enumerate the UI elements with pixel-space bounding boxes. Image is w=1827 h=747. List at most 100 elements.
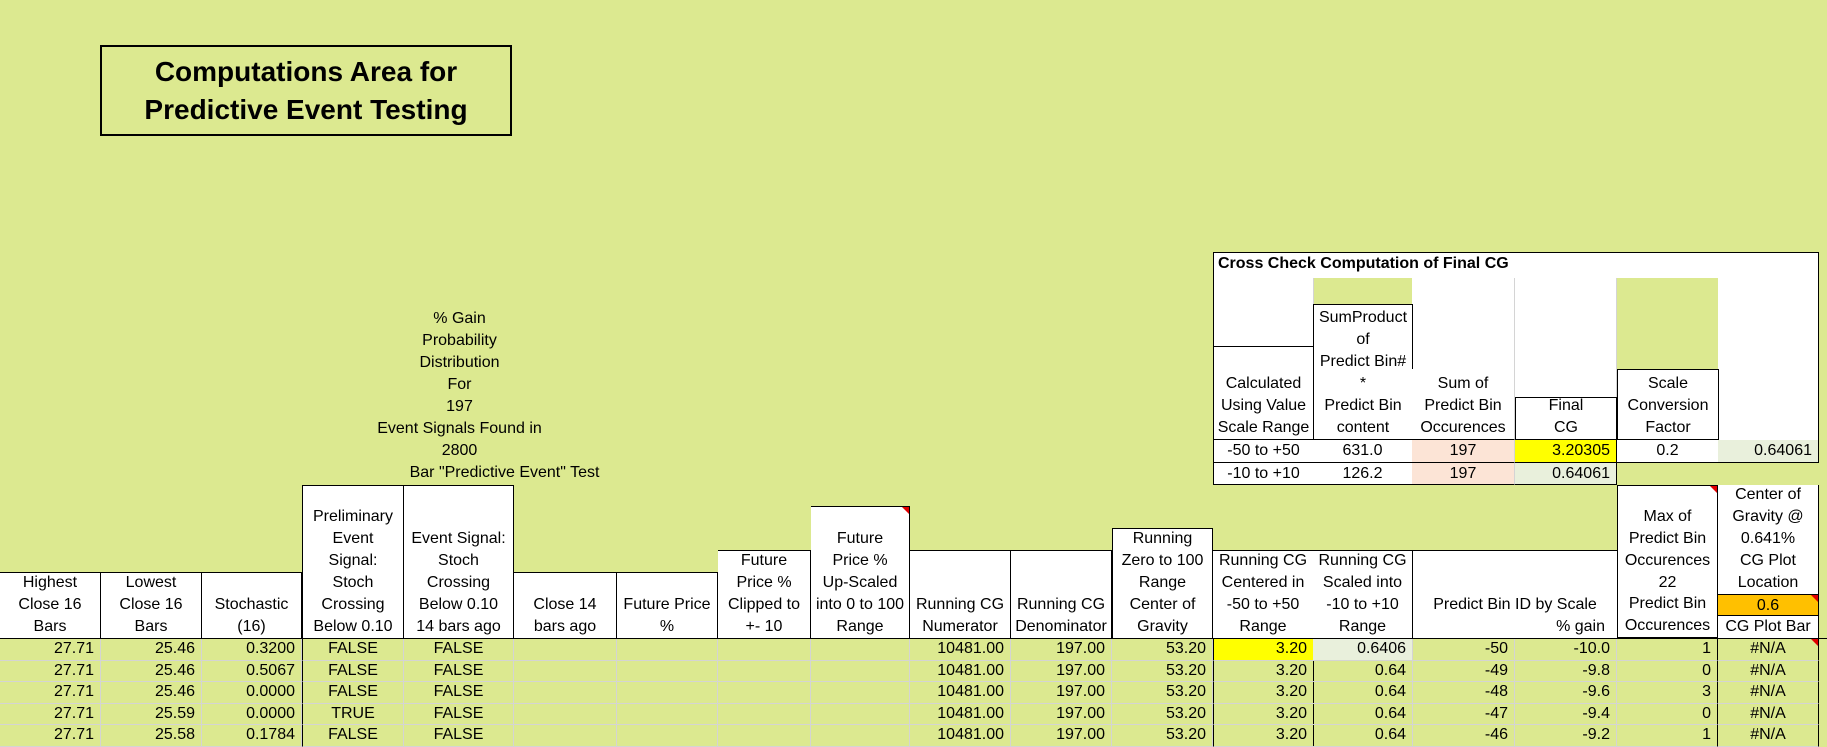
cell-empty[interactable] bbox=[514, 682, 617, 704]
header-plot-bar[interactable]: CG Plot Bar bbox=[1718, 616, 1819, 638]
cell-event[interactable]: FALSE bbox=[404, 682, 514, 704]
header-cg-scaled[interactable]: Running CG Scaled into -10 to +10 Range bbox=[1313, 550, 1413, 638]
cell-plot[interactable]: #N/A bbox=[1718, 725, 1819, 747]
cell-empty[interactable] bbox=[617, 703, 718, 725]
cell-empty[interactable] bbox=[514, 639, 617, 661]
cell-empty[interactable] bbox=[811, 703, 910, 725]
cell-empty[interactable] bbox=[718, 725, 811, 747]
cell-bin[interactable]: -47 bbox=[1413, 703, 1515, 725]
cell-empty[interactable] bbox=[718, 703, 811, 725]
cell-empty[interactable] bbox=[718, 660, 811, 682]
cc-row1-result[interactable]: 0.64061 bbox=[1718, 440, 1819, 463]
cell-bin[interactable]: -46 bbox=[1413, 725, 1515, 747]
cell-empty[interactable] bbox=[617, 682, 718, 704]
final-cg-value[interactable]: 3.20305 bbox=[1515, 440, 1617, 463]
cell-highest[interactable]: 27.71 bbox=[0, 725, 101, 747]
cell-scaled[interactable]: 0.64 bbox=[1313, 682, 1413, 704]
header-zero-100[interactable]: Running Zero to 100 Range Center of Gravity bbox=[1112, 528, 1213, 638]
cell-plot[interactable]: #N/A bbox=[1718, 682, 1819, 704]
cell-centered[interactable]: 3.20 bbox=[1213, 703, 1314, 725]
cell-stoch[interactable]: 0.1784 bbox=[202, 725, 302, 747]
cell-bin[interactable]: -50 bbox=[1413, 639, 1515, 661]
calc-range-header[interactable]: Calculated Using Value Scale Range bbox=[1213, 346, 1314, 440]
header-highest[interactable]: Highest Close 16 Bars bbox=[0, 572, 101, 638]
cell-event[interactable]: FALSE bbox=[404, 639, 514, 661]
cell-den[interactable]: 197.00 bbox=[1011, 682, 1112, 704]
cell-empty[interactable] bbox=[718, 639, 811, 661]
cell-scaled[interactable]: 0.6406 bbox=[1313, 639, 1413, 661]
cell-occ[interactable]: 1 bbox=[1617, 725, 1718, 747]
cell-empty[interactable] bbox=[811, 725, 910, 747]
cell-zero100[interactable]: 53.20 bbox=[1112, 725, 1213, 747]
cell-event[interactable]: FALSE bbox=[404, 660, 514, 682]
cell-empty[interactable] bbox=[617, 660, 718, 682]
cell-scaled[interactable]: 0.64 bbox=[1313, 703, 1413, 725]
cell-lowest[interactable]: 25.58 bbox=[101, 725, 202, 747]
cell-plot[interactable]: #N/A bbox=[1718, 703, 1819, 725]
cell-prelim[interactable]: FALSE bbox=[302, 682, 404, 704]
cell-den[interactable]: 197.00 bbox=[1011, 725, 1112, 747]
cell-prelim[interactable]: TRUE bbox=[302, 703, 404, 725]
cell-den[interactable]: 197.00 bbox=[1011, 703, 1112, 725]
cell-zero100[interactable]: 53.20 bbox=[1112, 660, 1213, 682]
cell-occ[interactable]: 1 bbox=[1617, 639, 1718, 661]
cell-empty[interactable] bbox=[514, 725, 617, 747]
cell-stoch[interactable]: 0.0000 bbox=[202, 703, 302, 725]
cell-stoch[interactable]: 0.0000 bbox=[202, 682, 302, 704]
cell-lowest[interactable]: 25.46 bbox=[101, 660, 202, 682]
header-stochastic[interactable]: Stochastic (16) bbox=[202, 572, 302, 638]
cell-highest[interactable]: 27.71 bbox=[0, 682, 101, 704]
header-max-occ[interactable]: Max of Predict Bin Occurences 22 bbox=[1617, 485, 1718, 594]
cell-empty[interactable] bbox=[811, 682, 910, 704]
sumproduct-header[interactable]: SumProduct of Predict Bin# * Predict Bin cont… bbox=[1313, 304, 1413, 440]
cell-empty[interactable] bbox=[811, 639, 910, 661]
cell-gain[interactable]: -10.0 bbox=[1515, 639, 1617, 661]
header-center-gravity[interactable]: Center of Gravity @0.641% CG Plot Location bbox=[1718, 485, 1819, 594]
cell-gain[interactable]: -9.6 bbox=[1515, 682, 1617, 704]
cc-row2-final-cg[interactable]: 0.64061 bbox=[1515, 463, 1617, 485]
cell-gain[interactable]: -9.4 bbox=[1515, 703, 1617, 725]
cell-prelim[interactable]: FALSE bbox=[302, 660, 404, 682]
cell-stoch[interactable]: 0.3200 bbox=[202, 639, 302, 661]
cell-empty[interactable] bbox=[811, 660, 910, 682]
sum-occ-header[interactable]: Sum of Predict Bin Occurences bbox=[1412, 369, 1515, 440]
cell-empty[interactable] bbox=[617, 725, 718, 747]
cell-zero100[interactable]: 53.20 bbox=[1112, 682, 1213, 704]
cell-zero100[interactable]: 53.20 bbox=[1112, 703, 1213, 725]
cell-prelim[interactable]: FALSE bbox=[302, 639, 404, 661]
header-lowest[interactable]: Lowest Close 16 Bars bbox=[101, 572, 202, 638]
cell-stoch[interactable]: 0.5067 bbox=[202, 660, 302, 682]
cell-highest[interactable]: 27.71 bbox=[0, 703, 101, 725]
cog-plot-value[interactable]: 0.6 bbox=[1718, 594, 1819, 616]
header-upscaled[interactable]: Future Price % Up-Scaled into 0 to 100 Range bbox=[811, 506, 910, 638]
header-cg-centered[interactable]: Running CG Centered in -50 to +50 Range bbox=[1213, 550, 1314, 638]
cell-den[interactable]: 197.00 bbox=[1011, 639, 1112, 661]
cell-bin[interactable]: -49 bbox=[1413, 660, 1515, 682]
cell-highest[interactable]: 27.71 bbox=[0, 660, 101, 682]
cell-lowest[interactable]: 25.46 bbox=[101, 639, 202, 661]
cell-empty[interactable] bbox=[514, 660, 617, 682]
cell-highest[interactable]: 27.71 bbox=[0, 639, 101, 661]
cell-centered[interactable]: 3.20 bbox=[1213, 725, 1314, 747]
header-cg-denominator[interactable]: Running CG Denominator bbox=[1011, 550, 1112, 638]
header-preliminary-signal[interactable]: Preliminary Event Signal: Stoch Crossing Belo… bbox=[302, 485, 404, 638]
cell-centered[interactable]: 3.20 bbox=[1213, 682, 1314, 704]
cell-empty[interactable] bbox=[617, 639, 718, 661]
cell-bin[interactable]: -48 bbox=[1413, 682, 1515, 704]
header-future-price[interactable]: Future Price% bbox=[617, 572, 718, 638]
cc-row2-occ[interactable]: 197 bbox=[1412, 463, 1515, 485]
cc-row2-sumproduct[interactable]: 126.2 bbox=[1313, 463, 1413, 485]
cell-empty[interactable] bbox=[514, 703, 617, 725]
cell-occ[interactable]: 0 bbox=[1617, 703, 1718, 725]
cross-check-title[interactable]: Cross Check Computation of Final CG bbox=[1213, 252, 1819, 278]
cross-check-blank[interactable] bbox=[1515, 278, 1617, 397]
cell-event[interactable]: FALSE bbox=[404, 703, 514, 725]
final-cg-header[interactable]: Final CG bbox=[1515, 397, 1617, 440]
cell-num[interactable]: 10481.00 bbox=[910, 660, 1011, 682]
header-cg-numerator[interactable]: Running CG Numerator bbox=[910, 550, 1011, 638]
scale-factor-value[interactable]: 0.2 bbox=[1617, 440, 1719, 463]
cell-num[interactable]: 10481.00 bbox=[910, 682, 1011, 704]
cross-check-blank[interactable] bbox=[1213, 278, 1314, 346]
cell-empty[interactable] bbox=[718, 682, 811, 704]
cell-event[interactable]: FALSE bbox=[404, 725, 514, 747]
